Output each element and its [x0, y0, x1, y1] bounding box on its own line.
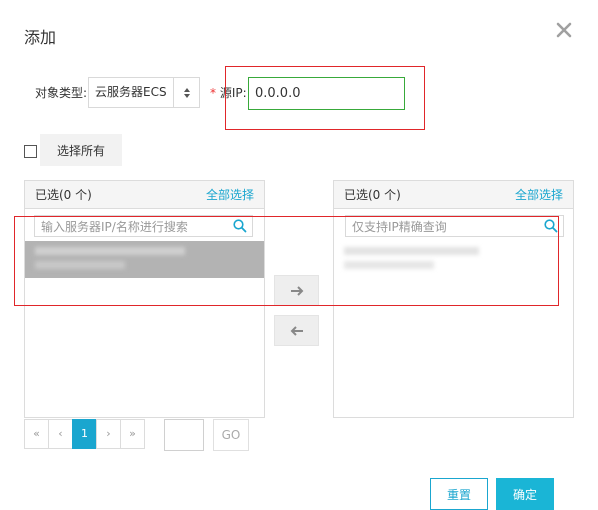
- required-mark: *: [210, 86, 216, 100]
- page-last-button[interactable]: »: [120, 419, 145, 449]
- right-select-all-link[interactable]: 全部选择: [515, 181, 563, 209]
- left-panel-header: 已选(0 个) 全部选择: [25, 181, 264, 209]
- right-panel-header: 已选(0 个) 全部选择: [334, 181, 573, 209]
- left-select-all-link[interactable]: 全部选择: [206, 181, 254, 209]
- close-icon[interactable]: [552, 18, 576, 42]
- page-prev-button[interactable]: ‹: [48, 419, 73, 449]
- left-selected-count: 已选(0 个): [35, 188, 92, 202]
- goto-page-input[interactable]: [164, 419, 204, 451]
- page-next-button[interactable]: ›: [96, 419, 121, 449]
- sort-arrows-icon: [173, 78, 199, 107]
- object-type-select[interactable]: 云服务器ECS: [88, 77, 200, 108]
- annotation-box-ip: [225, 66, 425, 130]
- arrow-left-icon: [290, 321, 304, 340]
- page-current-button[interactable]: 1: [72, 419, 97, 449]
- page-first-button[interactable]: «: [24, 419, 49, 449]
- object-type-value: 云服务器ECS: [95, 85, 167, 99]
- object-type-label: 对象类型:: [35, 86, 88, 100]
- dialog-title: 添加: [24, 28, 57, 47]
- select-all-button[interactable]: 选择所有: [40, 134, 122, 166]
- reset-button[interactable]: 重置: [430, 478, 488, 510]
- move-left-button[interactable]: [274, 315, 319, 346]
- confirm-button[interactable]: 确定: [496, 478, 554, 510]
- select-all-checkbox[interactable]: [24, 145, 37, 158]
- annotation-box-lists: [14, 216, 559, 306]
- right-selected-count: 已选(0 个): [344, 188, 401, 202]
- pagination: « ‹ 1 › »: [24, 419, 145, 449]
- go-button[interactable]: GO: [213, 419, 249, 451]
